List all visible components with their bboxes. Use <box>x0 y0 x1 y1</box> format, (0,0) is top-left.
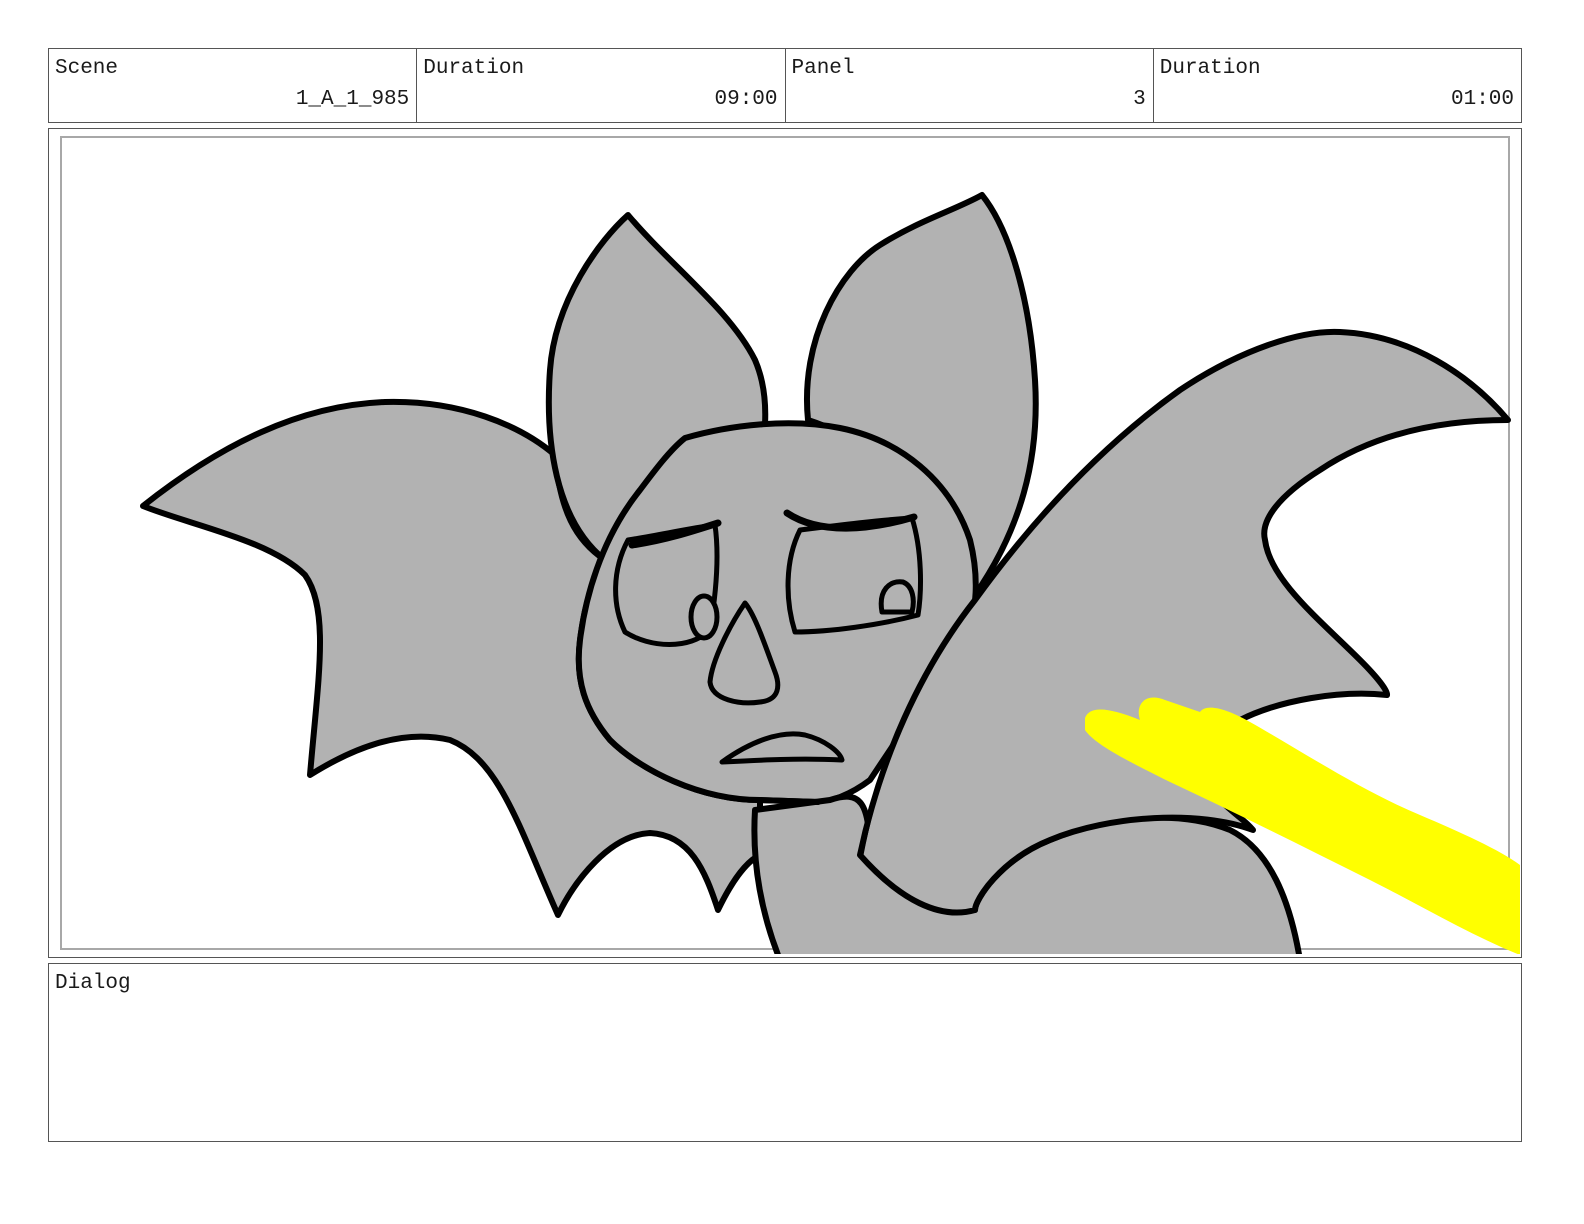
right-pupil <box>878 579 916 615</box>
dialog-label: Dialog <box>55 972 131 995</box>
right-eye <box>785 515 923 635</box>
dialog-box: Dialog <box>48 963 1522 1142</box>
chin-line <box>757 797 821 805</box>
left-pupil <box>688 593 720 641</box>
